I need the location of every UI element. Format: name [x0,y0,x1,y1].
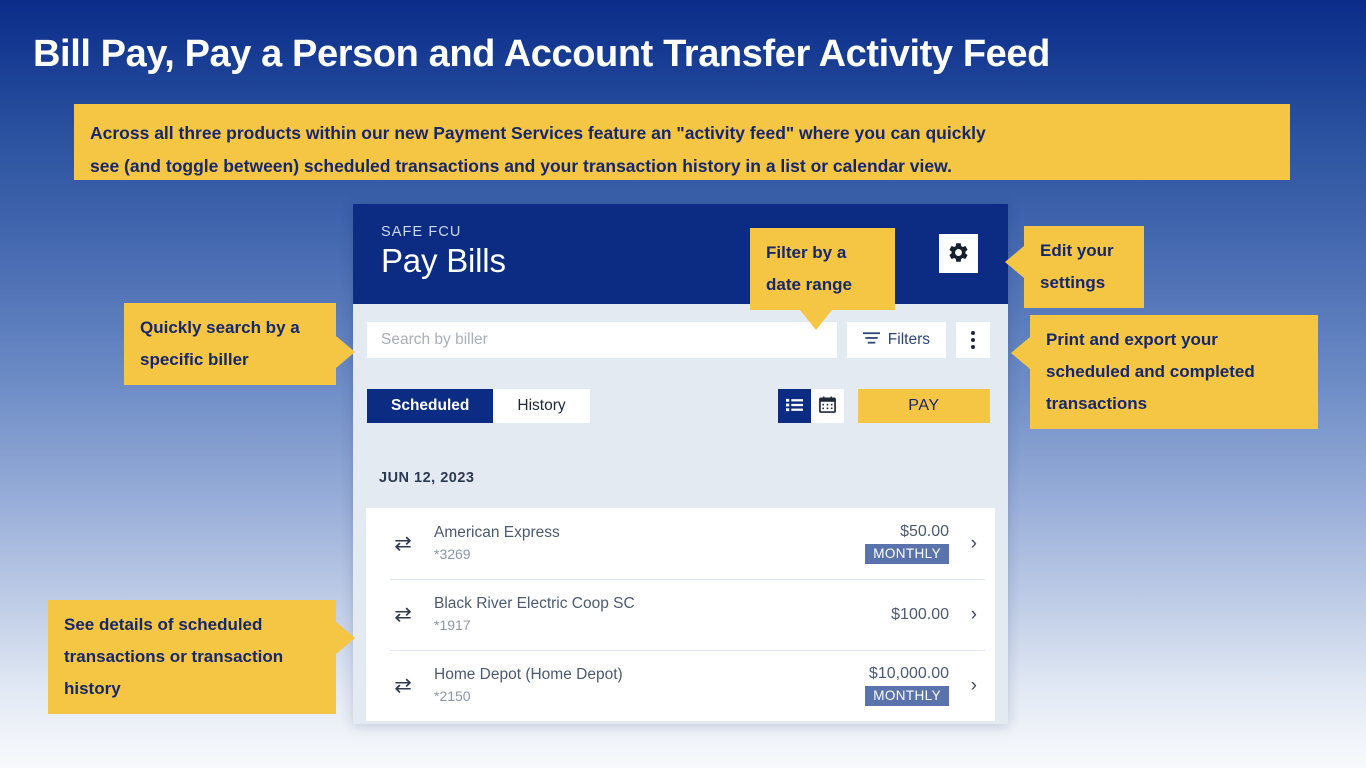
table-row[interactable]: ⇄ Home Depot (Home Depot) *2150 $10,000.… [366,650,995,721]
row-details: Home Depot (Home Depot) *2150 [420,665,865,707]
account-number: *1917 [434,616,471,633]
account-number: *3269 [434,545,471,562]
page-title: Bill Pay, Pay a Person and Account Trans… [33,33,1050,75]
feed-date-label: JUN 12, 2023 [379,470,475,486]
app-mockup: SAFE FCU Pay Bills Filters [353,204,1008,724]
callout-tail [336,336,355,368]
row-amount-group: $50.00 MONTHLY [865,523,949,564]
tabs-toolbar: Scheduled History PAY [353,376,1008,436]
description-line-1: Across all three products within our new… [90,123,986,143]
row-details: American Express *3269 [420,523,865,565]
tab-history[interactable]: History [493,389,589,423]
filter-lines-icon [862,331,880,350]
payee-name: Black River Electric Coop SC [434,594,635,612]
callout-print-text: Print and export your scheduled and comp… [1046,330,1255,413]
settings-button[interactable] [939,234,978,273]
callout-search: Quickly search by a specific biller [124,303,355,385]
app-title: Pay Bills [381,242,506,279]
search-toolbar: Filters [353,304,1008,376]
callout-settings: Edit your settings [1005,226,1144,308]
chevron-right-icon[interactable]: › [949,533,977,555]
chevron-right-icon[interactable]: › [949,675,977,697]
account-number: *2150 [434,687,471,704]
pay-button[interactable]: PAY [858,389,990,423]
transfer-arrows-icon: ⇄ [394,603,412,626]
more-options-button[interactable] [956,322,990,358]
gear-icon [947,241,970,267]
callout-print: Print and export your scheduled and comp… [1011,315,1318,429]
callout-tail [1011,337,1030,369]
tab-scheduled[interactable]: Scheduled [367,389,494,423]
search-input[interactable] [367,322,837,358]
amount: $50.00 [900,523,949,540]
table-row[interactable]: ⇄ American Express *3269 $50.00 MONTHLY … [366,508,995,579]
list-view-icon [786,398,803,415]
view-controls: PAY [778,389,990,423]
calendar-view-icon [819,396,836,416]
segmented-control: Scheduled History [367,389,590,423]
app-brand: SAFE FCU [381,224,462,240]
view-toggle-group [778,389,844,423]
transfer-arrows-icon: ⇄ [394,532,412,555]
list-view-button[interactable] [778,389,811,423]
table-row[interactable]: ⇄ Black River Electric Coop SC *1917 $10… [366,579,995,650]
callout-tail [1005,246,1024,278]
amount: $100.00 [891,605,949,623]
row-amount-group: $100.00 [891,606,949,624]
callout-tail [336,622,355,654]
payee-name: American Express [434,523,560,541]
filters-label: Filters [887,331,930,348]
callout-settings-text: Edit your settings [1040,241,1114,292]
chevron-right-icon[interactable]: › [949,604,977,626]
callout-details: See details of scheduled transactions or… [48,600,355,714]
callout-search-text: Quickly search by a specific biller [140,318,300,369]
callout-details-text: See details of scheduled transactions or… [64,615,284,698]
description-banner: Across all three products within our new… [74,104,1290,180]
row-amount-group: $10,000.00 MONTHLY [865,665,949,706]
payee-name: Home Depot (Home Depot) [434,665,623,683]
transfer-arrows-icon: ⇄ [394,674,412,697]
filters-button[interactable]: Filters [846,322,946,358]
activity-feed: JUN 12, 2023 ⇄ American Express *3269 $5… [353,436,1008,724]
row-details: Black River Electric Coop SC *1917 [420,594,891,636]
callout-filter: Filter by a date range [750,228,895,330]
status-badge: MONTHLY [865,544,949,564]
feed-card: ⇄ American Express *3269 $50.00 MONTHLY … [366,508,995,721]
callout-filter-text: Filter by a date range [766,243,852,294]
callout-tail [800,310,832,330]
app-header: SAFE FCU Pay Bills [353,204,1008,304]
status-badge: MONTHLY [865,686,949,706]
kebab-menu-icon [971,331,975,349]
description-line-2: see (and toggle between) scheduled trans… [90,156,952,176]
calendar-view-button[interactable] [811,389,844,423]
amount: $10,000.00 [868,665,949,682]
